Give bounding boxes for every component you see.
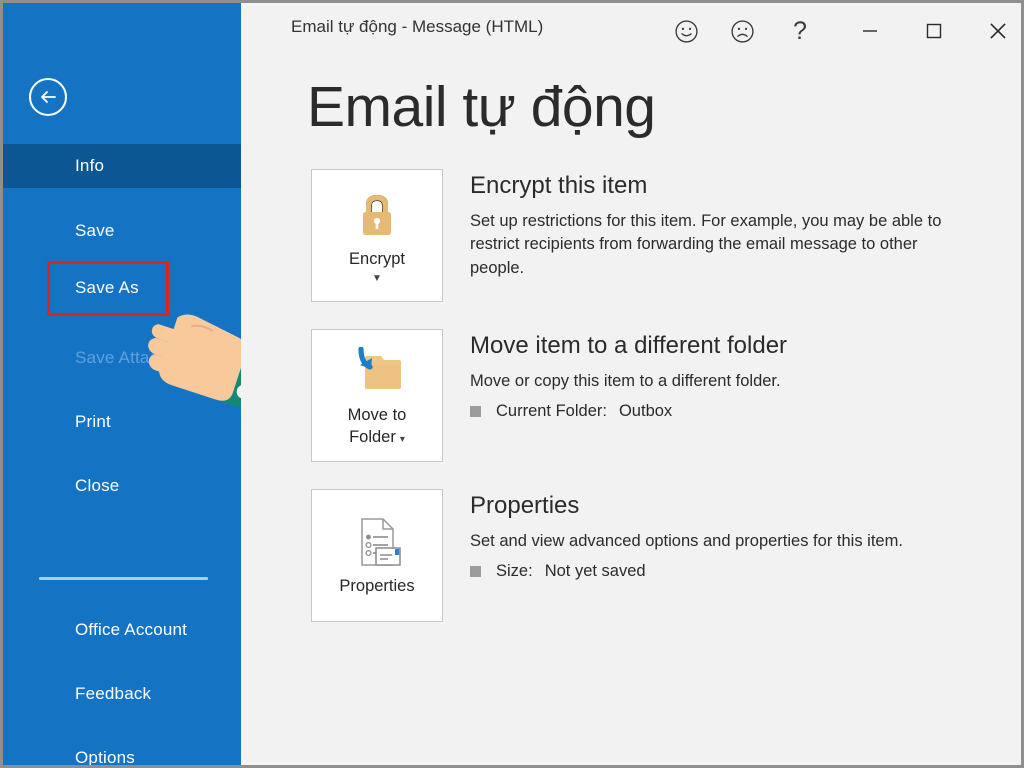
smiley-glyph bbox=[674, 19, 698, 43]
encrypt-description: Set up restrictions for this item. For e… bbox=[470, 211, 942, 277]
properties-description: Set and view advanced options and proper… bbox=[470, 531, 903, 550]
window-title-bar: Email tự động - Message (HTML) ? bbox=[241, 3, 1021, 61]
size-value: Not yet saved bbox=[544, 562, 646, 581]
sidebar-item-print[interactable]: Print bbox=[3, 400, 241, 444]
lock-icon bbox=[354, 187, 400, 243]
sidebar-item-close[interactable]: Close bbox=[3, 464, 241, 508]
properties-text-block: Properties Set and view advanced options… bbox=[470, 489, 903, 622]
backstage-content: Email tự động Encrypt ▼ Encrypt this ite… bbox=[241, 61, 1021, 765]
sidebar-item-options[interactable]: Options bbox=[3, 736, 241, 765]
sidebar-item-label: Info bbox=[75, 156, 105, 175]
move-heading: Move item to a different folder bbox=[470, 332, 788, 359]
meta-bullet-icon bbox=[470, 406, 481, 418]
outlook-backstage-window: Info Save Save As Save Attachments Print… bbox=[0, 0, 1024, 768]
sidebar-item-save[interactable]: Save bbox=[3, 209, 241, 253]
encrypt-heading: Encrypt this item bbox=[470, 172, 648, 199]
frowny-face-icon[interactable] bbox=[721, 11, 763, 51]
help-icon[interactable]: ? bbox=[779, 11, 821, 51]
size-label: Size: bbox=[496, 562, 533, 581]
chevron-down-icon: ▼ bbox=[372, 272, 382, 284]
sidebar-item-office-account[interactable]: Office Account bbox=[3, 608, 241, 652]
sidebar-item-save-as[interactable]: Save As bbox=[3, 266, 241, 310]
sidebar-item-label: Save Attachments bbox=[75, 348, 216, 367]
sidebar-item-label: Office Account bbox=[75, 620, 188, 639]
sidebar-item-label: Options bbox=[75, 748, 135, 765]
sidebar-item-label: Close bbox=[75, 476, 120, 495]
section-move-to-folder: Move to Folder ▾ Move item to a different… bbox=[311, 329, 787, 462]
back-arrow-icon[interactable] bbox=[29, 78, 67, 116]
section-encrypt: Encrypt ▼ Encrypt this item Set up restr… bbox=[311, 169, 970, 302]
document-properties-icon bbox=[351, 514, 403, 570]
help-glyph: ? bbox=[793, 16, 807, 45]
chevron-down-icon: ▾ bbox=[399, 433, 405, 445]
window-title: Email tự động - Message (HTML) bbox=[291, 17, 544, 36]
encrypt-button-label: Encrypt bbox=[349, 250, 405, 269]
sidebar-item-save-attachments: Save Attachments bbox=[3, 336, 241, 380]
folder-move-icon bbox=[351, 343, 403, 399]
current-folder-label: Current Folder: bbox=[496, 402, 607, 421]
meta-bullet-icon bbox=[470, 566, 481, 578]
size-meta: Size: Not yet saved bbox=[470, 562, 903, 581]
minimize-button[interactable] bbox=[849, 11, 891, 51]
close-icon bbox=[990, 23, 1006, 39]
sidebar-item-label: Save As bbox=[75, 278, 139, 297]
properties-button-label: Properties bbox=[339, 576, 415, 595]
frowny-glyph bbox=[730, 19, 754, 43]
sidebar-item-label: Save bbox=[75, 221, 115, 240]
sidebar-item-label: Feedback bbox=[75, 684, 152, 703]
sidebar-item-label: Print bbox=[75, 412, 111, 431]
lock-glyph bbox=[363, 195, 391, 236]
page-title: Email tự động bbox=[307, 75, 656, 139]
sidebar-item-feedback[interactable]: Feedback bbox=[3, 672, 241, 716]
folder-move-glyph bbox=[358, 347, 401, 390]
properties-button[interactable]: Properties bbox=[311, 489, 443, 622]
smiley-face-icon[interactable] bbox=[665, 11, 707, 51]
move-text-block: Move item to a different folder Move or … bbox=[470, 329, 787, 462]
close-button[interactable] bbox=[977, 11, 1019, 51]
back-arrow-glyph bbox=[41, 91, 56, 103]
move-description: Move or copy this item to a different fo… bbox=[470, 371, 781, 390]
sidebar-divider bbox=[39, 577, 208, 580]
current-folder-value: Outbox bbox=[618, 402, 673, 421]
document-properties-glyph bbox=[361, 518, 401, 566]
section-properties: Properties Properties Set and view advan… bbox=[311, 489, 903, 622]
encrypt-button[interactable]: Encrypt ▼ bbox=[311, 169, 443, 302]
backstage-sidebar: Info Save Save As Save Attachments Print… bbox=[3, 3, 241, 765]
move-to-folder-button-label: Move to Folder ▾ bbox=[347, 406, 407, 446]
current-folder-meta: Current Folder: Outbox bbox=[470, 402, 787, 421]
minimize-icon bbox=[863, 30, 877, 32]
maximize-icon bbox=[926, 23, 942, 39]
encrypt-text-block: Encrypt this item Set up restrictions fo… bbox=[470, 169, 970, 302]
move-to-folder-button[interactable]: Move to Folder ▾ bbox=[311, 329, 443, 462]
properties-heading: Properties bbox=[470, 492, 580, 519]
sidebar-item-info[interactable]: Info bbox=[3, 144, 241, 188]
maximize-button[interactable] bbox=[913, 11, 955, 51]
